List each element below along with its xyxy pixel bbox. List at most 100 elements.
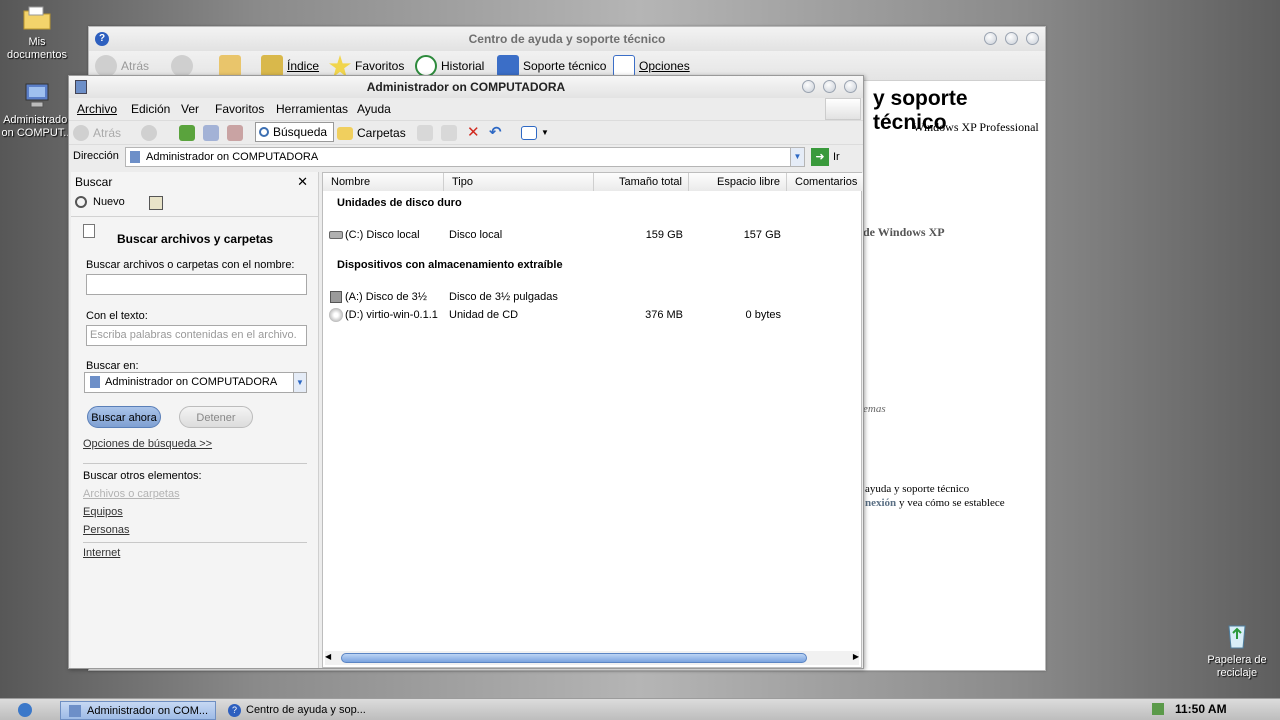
address-input[interactable]: Administrador on COMPUTADORA ▼ [125, 147, 805, 167]
desktop-icon-recycle-bin[interactable]: Papelera de reciclaje [1200, 620, 1274, 680]
close-button[interactable] [1026, 32, 1039, 45]
address-label: Dirección [73, 150, 119, 162]
taskbar-button-explorer[interactable]: Administrador on COM... [60, 701, 216, 720]
taskbar-button-label: Administrador on COM... [87, 705, 209, 717]
menu-tools[interactable]: Herramientas [276, 102, 348, 116]
computer-icon [75, 80, 87, 94]
disconnect-drive-button[interactable] [227, 122, 243, 144]
table-row[interactable]: (D:) virtio-win-0.1.1 Unidad de CD 376 M… [323, 306, 861, 324]
explorer-toolbar: Atrás Búsqueda Carpetas ✕ ↶ ▼ [69, 120, 863, 144]
desktop-icon-admin[interactable]: Administrador on COMPUT... [0, 80, 74, 140]
horizontal-scrollbar[interactable]: ◀ ▶ [325, 651, 859, 665]
help-forward-button[interactable] [171, 55, 193, 77]
help-back-button[interactable]: Atrás [95, 55, 149, 77]
scroll-left-icon[interactable]: ◀ [325, 652, 331, 661]
help-options-button[interactable]: Opciones [613, 55, 690, 77]
search-button-label: Búsqueda [273, 125, 328, 139]
cell-name: (C:) Disco local [345, 229, 420, 241]
help-text-fragment: nexión y vea cómo se establece [865, 497, 1005, 509]
views-grid-icon [521, 126, 537, 140]
go-button[interactable]: ➜ Ir [811, 148, 840, 166]
filename-input[interactable] [86, 274, 307, 295]
start-button[interactable] [18, 703, 32, 717]
search-now-button[interactable]: Buscar ahora [87, 406, 161, 428]
address-dropdown-button[interactable]: ▼ [790, 148, 804, 166]
copy-to-button[interactable] [441, 122, 457, 144]
menu-favorites[interactable]: Favoritos [215, 102, 264, 116]
help-favorites-button[interactable]: Favoritos [329, 55, 404, 77]
lookin-select[interactable]: Administrador on COMPUTADORA ▼ [84, 372, 307, 393]
group-header-removable: Dispositivos con almacenamiento extraíbl… [337, 259, 563, 271]
recycle-bin-icon [1228, 625, 1246, 649]
close-pane-icon[interactable]: ✕ [297, 172, 308, 192]
other-people-link[interactable]: Personas [83, 524, 129, 536]
chevron-down-icon: ▼ [541, 128, 549, 137]
help-icon: ? [95, 32, 109, 46]
disconnect-drive-icon [227, 125, 243, 141]
explorer-window[interactable]: Administrador on COMPUTADORA Archivo Edi… [68, 75, 864, 669]
floppy-drive-icon [330, 291, 342, 303]
menu-file[interactable]: Archivo [77, 102, 117, 116]
search-options-link[interactable]: Opciones de búsqueda >> [83, 438, 212, 450]
help-book-icon[interactable] [149, 196, 163, 210]
help-home-button[interactable] [219, 55, 241, 77]
help-index-label: Índice [287, 59, 320, 73]
star-icon [329, 55, 351, 77]
maximize-button[interactable] [823, 80, 836, 93]
internet-link[interactable]: Internet [83, 547, 120, 559]
network-tray-icon[interactable] [1152, 703, 1164, 715]
cell-type: Disco local [449, 229, 503, 241]
up-arrow-icon [179, 125, 195, 141]
new-search-button[interactable]: Nuevo [75, 196, 125, 208]
chevron-down-icon[interactable]: ▼ [293, 373, 306, 392]
cell-total: 159 GB [645, 229, 683, 241]
explorer-window-controls [802, 80, 857, 93]
other-files-link[interactable]: Archivos o carpetas [83, 488, 180, 500]
search-pane: Buscar ✕ Nuevo Buscar archivos y carpeta… [71, 172, 319, 668]
help-support-button[interactable]: Soporte técnico [497, 55, 606, 77]
minimize-button[interactable] [802, 80, 815, 93]
taskbar-button-help[interactable]: ? Centro de ayuda y sop... [220, 701, 376, 720]
desktop-icon-label: Administrador on COMPUT... [1, 114, 73, 139]
menu-edit[interactable]: Edición [131, 102, 170, 116]
undo-button[interactable]: ↶ [489, 122, 502, 144]
text-input[interactable]: Escriba palabras contenidas en el archiv… [86, 325, 307, 346]
search-button[interactable]: Búsqueda [255, 122, 335, 142]
move-to-button[interactable] [417, 122, 433, 144]
help-window-title: Centro de ayuda y soporte técnico [468, 32, 666, 46]
help-index-button[interactable]: Índice [261, 55, 319, 77]
help-link-fragment[interactable]: nexión [865, 497, 896, 509]
explorer-back-button[interactable]: Atrás [73, 122, 121, 144]
table-row[interactable]: (A:) Disco de 3½ Disco de 3½ pulgadas [323, 288, 861, 306]
views-button[interactable]: ▼ [521, 122, 549, 144]
close-button[interactable] [844, 80, 857, 93]
column-header-name[interactable]: Nombre [323, 173, 444, 191]
group-header-hdd: Unidades de disco duro [337, 197, 462, 209]
menu-view[interactable]: Ver [181, 102, 199, 116]
help-history-button[interactable]: Historial [415, 55, 484, 77]
maximize-button[interactable] [1005, 32, 1018, 45]
column-header-total-size[interactable]: Tamaño total [594, 173, 689, 191]
explorer-titlebar[interactable]: Administrador on COMPUTADORA [69, 76, 863, 98]
explorer-forward-button[interactable] [141, 122, 157, 144]
column-header-type[interactable]: Tipo [444, 173, 594, 191]
windows-flag-icon [825, 98, 861, 120]
map-drive-button[interactable] [203, 122, 219, 144]
up-folder-button[interactable] [179, 122, 195, 144]
support-icon [497, 55, 519, 77]
address-bar: Dirección Administrador on COMPUTADORA ▼… [69, 144, 863, 168]
folders-button[interactable]: Carpetas [337, 122, 406, 144]
search-pane-header: Buscar ✕ [71, 172, 318, 192]
stop-button[interactable]: Detener [179, 406, 253, 428]
minimize-button[interactable] [984, 32, 997, 45]
menu-help[interactable]: Ayuda [357, 102, 391, 116]
desktop-icon-my-documents[interactable]: Mis documentos [0, 2, 74, 62]
scrollbar-thumb[interactable] [341, 653, 807, 663]
help-titlebar[interactable]: ? Centro de ayuda y soporte técnico [89, 27, 1045, 51]
scroll-right-icon[interactable]: ▶ [853, 652, 859, 661]
other-computers-link[interactable]: Equipos [83, 506, 123, 518]
column-header-comments[interactable]: Comentarios [787, 173, 863, 191]
table-row[interactable]: (C:) Disco local Disco local 159 GB 157 … [323, 226, 861, 244]
delete-button[interactable]: ✕ [467, 122, 480, 144]
column-header-free-space[interactable]: Espacio libre [689, 173, 787, 191]
